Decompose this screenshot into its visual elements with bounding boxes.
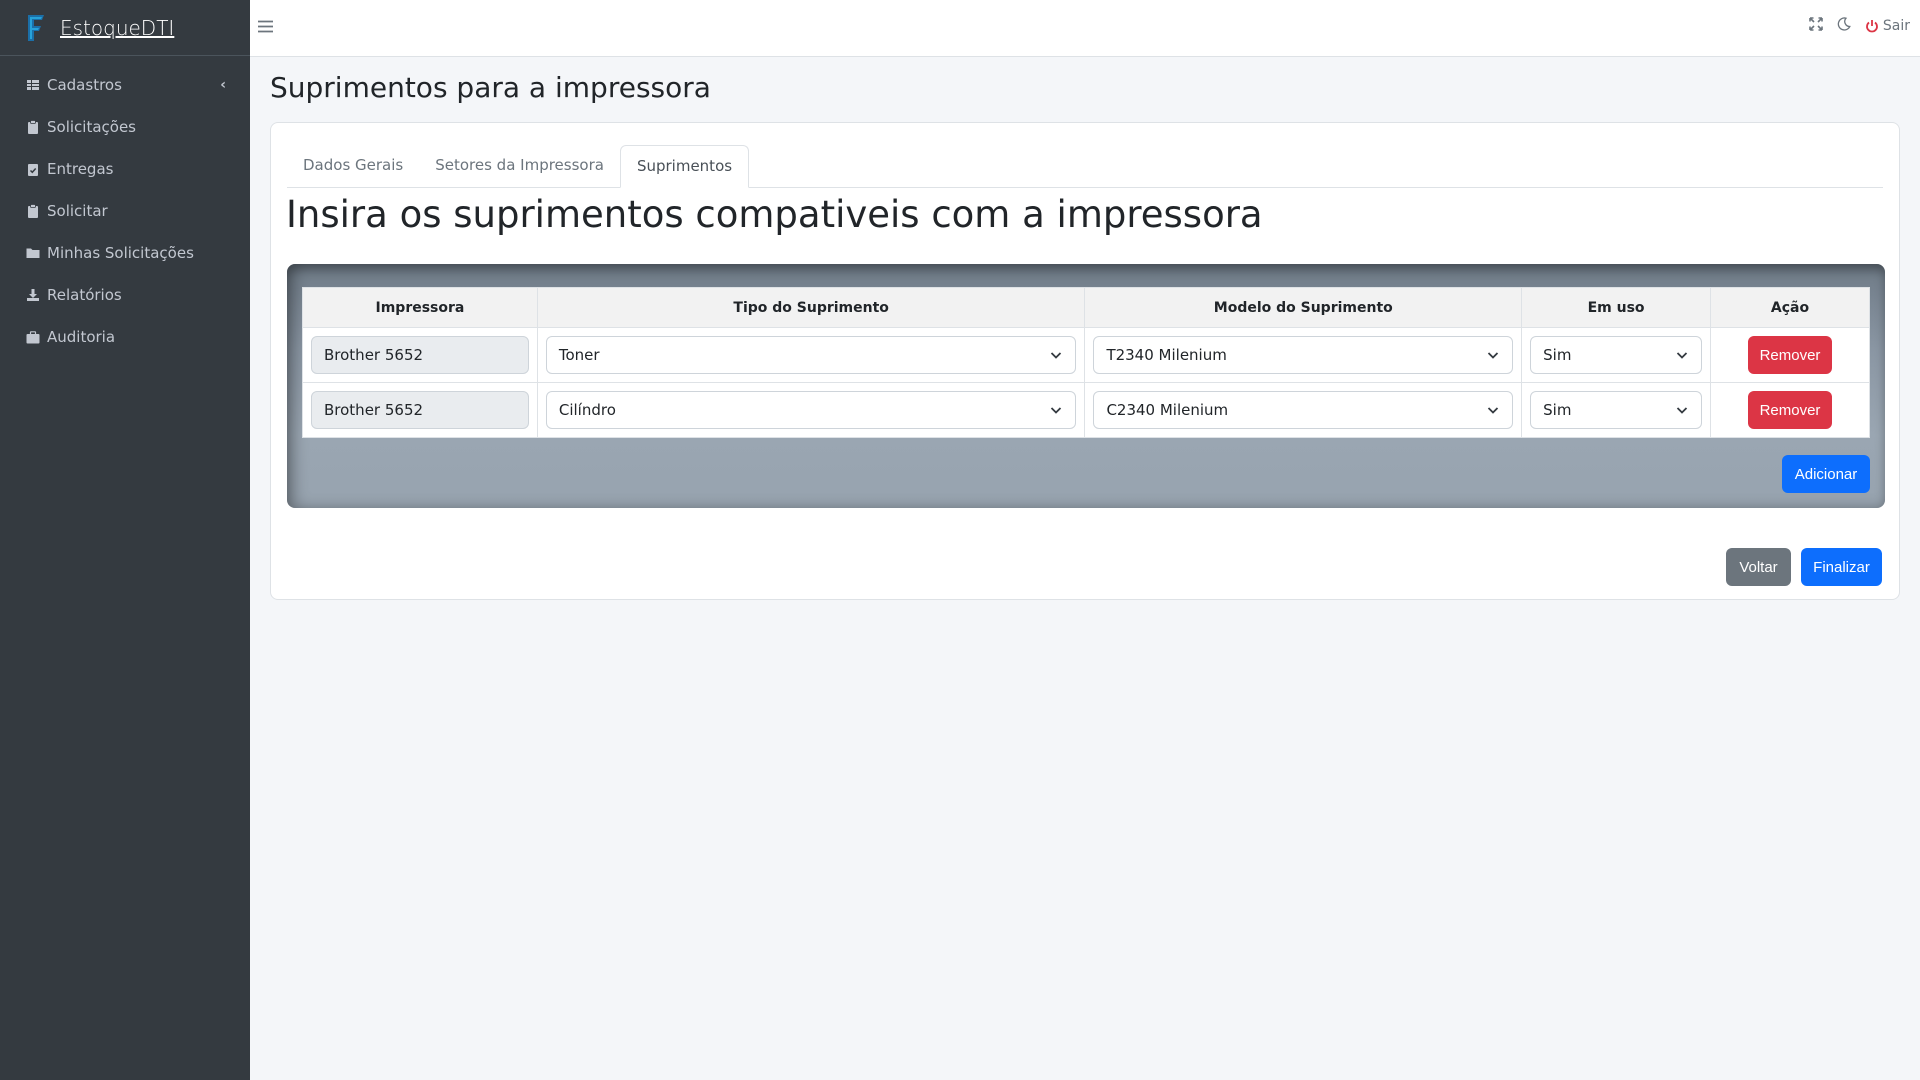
supply-model-select[interactable]: T2340 Milenium bbox=[1093, 336, 1514, 374]
sidebar: EstoqueDTI Cadastros ‹ Solicitações Entr… bbox=[0, 0, 250, 1080]
table-row: Brother 5652 Cilíndro C2340 Milenium Sim… bbox=[302, 382, 1870, 438]
table-icon bbox=[26, 78, 40, 92]
finish-button[interactable]: Finalizar bbox=[1801, 548, 1882, 586]
top-actions: Sair bbox=[1809, 17, 1910, 35]
back-button[interactable]: Voltar bbox=[1726, 548, 1791, 586]
chevron-down-icon bbox=[1676, 352, 1688, 359]
menu-icon[interactable] bbox=[258, 18, 273, 38]
supply-model-select[interactable]: C2340 Milenium bbox=[1093, 391, 1514, 429]
supply-type-select[interactable]: Toner bbox=[545, 336, 1077, 374]
clipboard-icon bbox=[26, 120, 40, 134]
supply-type-select[interactable]: Cilíndro bbox=[545, 391, 1077, 429]
fullscreen-icon[interactable] bbox=[1809, 17, 1823, 35]
brand[interactable]: EstoqueDTI bbox=[0, 0, 250, 56]
chevron-down-icon bbox=[1487, 352, 1499, 359]
in-use-select[interactable]: Sim bbox=[1530, 391, 1703, 429]
sidebar-item-relatorios[interactable]: Relatórios bbox=[0, 274, 250, 316]
sidebar-item-cadastros[interactable]: Cadastros ‹ bbox=[0, 64, 250, 106]
briefcase-icon bbox=[26, 330, 40, 344]
add-button[interactable]: Adicionar bbox=[1782, 455, 1870, 493]
chevron-down-icon bbox=[1051, 352, 1062, 359]
in-use-select[interactable]: Sim bbox=[1530, 336, 1703, 374]
folder-icon bbox=[26, 246, 40, 260]
remove-button[interactable]: Remover bbox=[1748, 391, 1832, 429]
table-row: Brother 5652 Toner T2340 Milenium Sim Re… bbox=[302, 327, 1870, 383]
sidebar-nav: Cadastros ‹ Solicitações Entregas Solici… bbox=[0, 56, 250, 358]
logout-label: Sair bbox=[1882, 18, 1910, 34]
chevron-down-icon bbox=[1676, 407, 1688, 414]
printer-field: Brother 5652 bbox=[311, 336, 529, 374]
section-heading: Insira os suprimentos compativeis com a … bbox=[286, 193, 1263, 236]
sidebar-item-label: Solicitações bbox=[47, 118, 136, 136]
sidebar-item-label: Relatórios bbox=[47, 286, 122, 304]
logout-button[interactable]: Sair bbox=[1865, 18, 1910, 34]
power-icon bbox=[1866, 20, 1878, 33]
column-header-acao: Ação bbox=[1710, 287, 1870, 328]
dark-mode-moon-icon[interactable] bbox=[1837, 17, 1851, 35]
sidebar-item-label: Minhas Solicitações bbox=[47, 244, 194, 262]
form-card: Dados Gerais Setores da Impressora Supri… bbox=[270, 122, 1900, 600]
supply-model-value: T2340 Milenium bbox=[1106, 346, 1227, 364]
chevron-down-icon bbox=[1487, 407, 1499, 414]
sidebar-item-auditoria[interactable]: Auditoria bbox=[0, 316, 250, 358]
supply-model-value: C2340 Milenium bbox=[1106, 401, 1229, 419]
tab-setores-impressora[interactable]: Setores da Impressora bbox=[419, 145, 620, 188]
clipboard-icon bbox=[26, 204, 40, 218]
column-header-tipo: Tipo do Suprimento bbox=[536, 287, 1086, 328]
topbar: Sair bbox=[250, 0, 1920, 57]
sidebar-item-minhas-solicitacoes[interactable]: Minhas Solicitações bbox=[0, 232, 250, 274]
table-header-row: Impressora Tipo do Suprimento Modelo do … bbox=[302, 287, 1870, 328]
sidebar-item-solicitar[interactable]: Solicitar bbox=[0, 190, 250, 232]
remove-button[interactable]: Remover bbox=[1748, 336, 1832, 374]
supplies-table: Impressora Tipo do Suprimento Modelo do … bbox=[302, 287, 1870, 438]
brand-logo-icon bbox=[28, 14, 44, 41]
supplies-table-container: Impressora Tipo do Suprimento Modelo do … bbox=[287, 264, 1885, 508]
brand-name[interactable]: EstoqueDTI bbox=[60, 16, 174, 40]
printer-field: Brother 5652 bbox=[311, 391, 529, 429]
sidebar-item-solicitacoes[interactable]: Solicitações bbox=[0, 106, 250, 148]
tab-suprimentos[interactable]: Suprimentos bbox=[619, 145, 750, 188]
sidebar-item-label: Auditoria bbox=[47, 328, 116, 346]
chevron-left-icon: ‹ bbox=[220, 77, 226, 93]
supply-type-value: Cilíndro bbox=[558, 401, 616, 419]
clipboard-check-icon bbox=[26, 162, 40, 176]
in-use-value: Sim bbox=[1543, 401, 1572, 419]
column-header-modelo: Modelo do Suprimento bbox=[1084, 287, 1523, 328]
tab-dados-gerais[interactable]: Dados Gerais bbox=[287, 145, 419, 188]
in-use-value: Sim bbox=[1543, 346, 1572, 364]
sidebar-item-label: Cadastros bbox=[47, 76, 122, 94]
sidebar-item-entregas[interactable]: Entregas bbox=[0, 148, 250, 190]
chevron-down-icon bbox=[1051, 407, 1062, 414]
download-icon bbox=[26, 288, 40, 302]
tabs: Dados Gerais Setores da Impressora Supri… bbox=[287, 145, 1883, 188]
page-title: Suprimentos para a impressora bbox=[270, 71, 711, 104]
column-header-em-uso: Em uso bbox=[1521, 287, 1712, 328]
sidebar-item-label: Entregas bbox=[47, 160, 114, 178]
sidebar-item-label: Solicitar bbox=[47, 202, 108, 220]
supply-type-value: Toner bbox=[558, 346, 600, 364]
column-header-impressora: Impressora bbox=[302, 287, 538, 328]
